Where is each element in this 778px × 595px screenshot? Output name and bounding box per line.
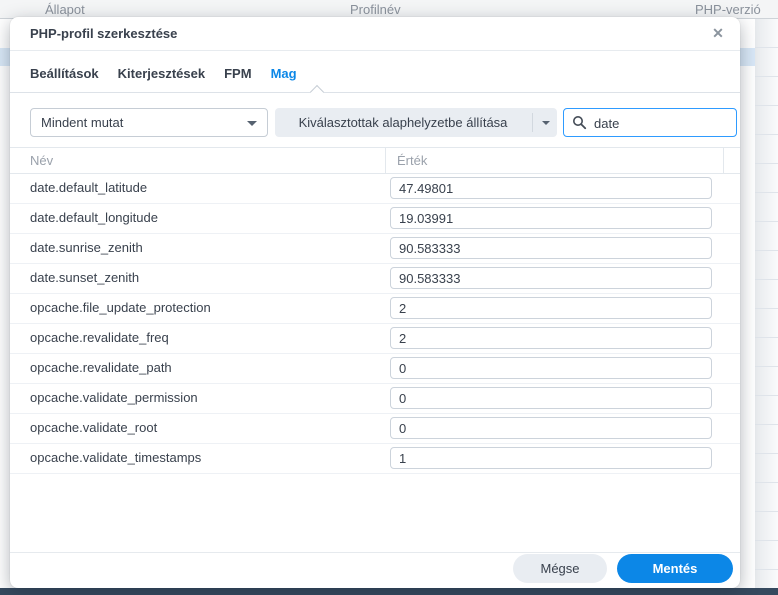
tab-mag[interactable]: Mag bbox=[271, 66, 297, 81]
split-button-divider bbox=[532, 113, 533, 132]
settings-table-header: Név Érték bbox=[10, 147, 740, 174]
search-field bbox=[563, 108, 737, 137]
bg-column-profile-name: Profilnév bbox=[350, 2, 401, 17]
setting-value-input[interactable] bbox=[390, 447, 712, 469]
background-bottom-bar bbox=[0, 588, 778, 595]
table-row: opcache.revalidate_freq bbox=[10, 324, 740, 354]
setting-name: date.sunrise_zenith bbox=[30, 240, 143, 255]
column-header-name: Név bbox=[30, 153, 54, 168]
setting-value-input[interactable] bbox=[390, 267, 712, 289]
reset-selected-button[interactable]: Kiválasztottak alaphelyzetbe állítása bbox=[275, 108, 557, 137]
table-row: opcache.file_update_protection bbox=[10, 294, 740, 324]
tab-fpm[interactable]: FPM bbox=[224, 66, 251, 81]
setting-name: opcache.file_update_protection bbox=[30, 300, 211, 315]
close-icon[interactable]: ✕ bbox=[709, 24, 727, 42]
setting-value-input[interactable] bbox=[390, 387, 712, 409]
tab-beallitasok[interactable]: Beállítások bbox=[30, 66, 99, 81]
table-row: opcache.revalidate_path bbox=[10, 354, 740, 384]
setting-value-input[interactable] bbox=[390, 327, 712, 349]
table-row: date.sunset_zenith bbox=[10, 264, 740, 294]
setting-value-input[interactable] bbox=[390, 237, 712, 259]
reset-selected-label: Kiválasztottak alaphelyzetbe állítása bbox=[298, 115, 508, 130]
cancel-button[interactable]: Mégse bbox=[513, 554, 607, 583]
setting-name: opcache.validate_timestamps bbox=[30, 450, 202, 465]
chevron-down-icon[interactable] bbox=[542, 121, 550, 125]
active-tab-notch bbox=[309, 84, 325, 100]
search-input[interactable] bbox=[592, 110, 732, 137]
setting-value-input[interactable] bbox=[390, 207, 712, 229]
table-row: opcache.validate_root bbox=[10, 414, 740, 444]
background-table-right-column bbox=[755, 19, 778, 588]
footer-divider bbox=[10, 552, 740, 553]
dialog-title-bar: PHP-profil szerkesztése ✕ bbox=[10, 17, 740, 51]
setting-value-input[interactable] bbox=[390, 357, 712, 379]
column-divider bbox=[723, 148, 724, 173]
save-button[interactable]: Mentés bbox=[617, 554, 733, 583]
setting-name: date.default_longitude bbox=[30, 210, 158, 225]
dialog-title: PHP-profil szerkesztése bbox=[30, 26, 178, 41]
table-row: date.sunrise_zenith bbox=[10, 234, 740, 264]
dialog-tabs: Beállítások Kiterjesztések FPM Mag bbox=[10, 50, 740, 100]
setting-name: opcache.validate_permission bbox=[30, 390, 198, 405]
bg-column-php-version: PHP-verzió bbox=[695, 2, 761, 17]
php-profile-edit-dialog: PHP-profil szerkesztése ✕ Beállítások Ki… bbox=[10, 17, 740, 588]
filter-dropdown[interactable]: Mindent mutat bbox=[30, 108, 268, 137]
chevron-down-icon bbox=[247, 121, 257, 126]
filter-dropdown-value: Mindent mutat bbox=[41, 115, 124, 130]
setting-name: opcache.revalidate_freq bbox=[30, 330, 169, 345]
setting-name: date.sunset_zenith bbox=[30, 270, 140, 285]
column-divider bbox=[385, 148, 386, 173]
table-row: date.default_latitude bbox=[10, 174, 740, 204]
setting-name: date.default_latitude bbox=[30, 180, 148, 195]
settings-table-body: date.default_latitude date.default_longi… bbox=[10, 174, 740, 474]
search-icon bbox=[573, 116, 587, 130]
setting-name: opcache.revalidate_path bbox=[30, 360, 172, 375]
column-header-value: Érték bbox=[397, 153, 428, 168]
setting-value-input[interactable] bbox=[390, 177, 712, 199]
table-row: date.default_longitude bbox=[10, 204, 740, 234]
setting-name: opcache.validate_root bbox=[30, 420, 158, 435]
table-row: opcache.validate_timestamps bbox=[10, 444, 740, 474]
bg-column-status: Állapot bbox=[45, 2, 85, 17]
table-row: opcache.validate_permission bbox=[10, 384, 740, 414]
setting-value-input[interactable] bbox=[390, 417, 712, 439]
setting-value-input[interactable] bbox=[390, 297, 712, 319]
tab-kiterjesztesek[interactable]: Kiterjesztések bbox=[118, 66, 205, 81]
